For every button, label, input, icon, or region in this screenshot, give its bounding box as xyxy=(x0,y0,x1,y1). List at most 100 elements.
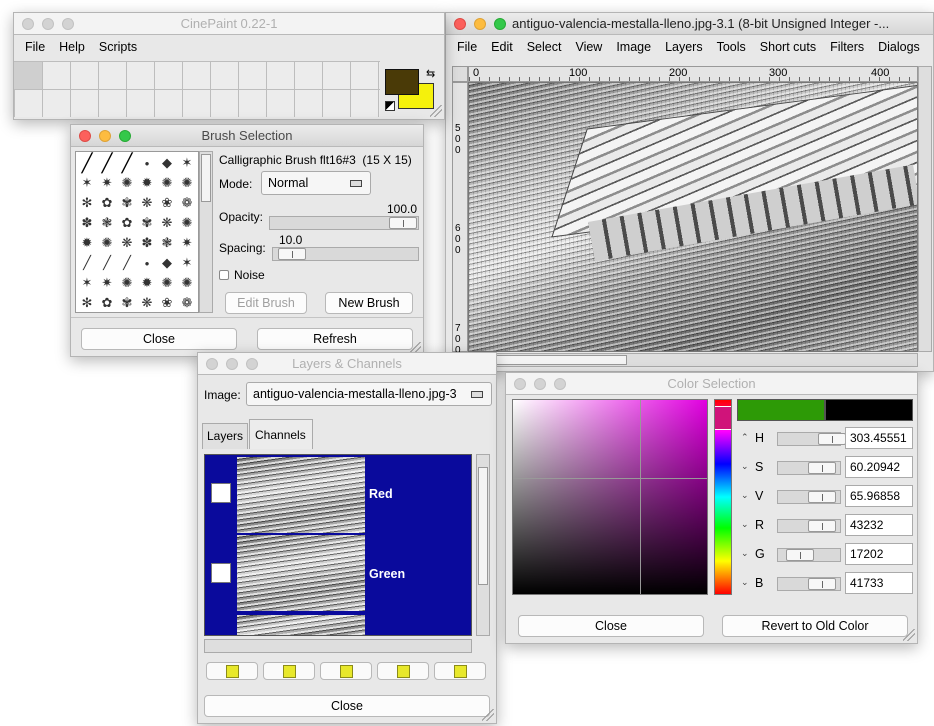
menu-view[interactable]: View xyxy=(568,40,609,54)
brush-preview-icon[interactable]: • xyxy=(138,254,156,272)
brush-preview-icon[interactable]: ✻ xyxy=(78,194,96,212)
layers-titlebar[interactable]: Layers & Channels xyxy=(198,353,496,375)
color-row-slider-knob[interactable] xyxy=(808,491,836,503)
minimize-window-button[interactable] xyxy=(534,378,546,390)
color-row-slider[interactable] xyxy=(777,577,841,591)
brush-preview-icon[interactable]: ❀ xyxy=(158,194,176,212)
channels-scrollbar[interactable] xyxy=(476,454,490,636)
resize-grip[interactable] xyxy=(903,629,915,641)
brush-grid-scrollbar[interactable] xyxy=(199,151,213,313)
raise-channel-button[interactable] xyxy=(263,662,315,680)
menu-file[interactable]: File xyxy=(450,40,484,54)
minimize-window-button[interactable] xyxy=(226,358,238,370)
brush-preview-icon[interactable]: ❃ xyxy=(158,234,176,252)
zoom-window-button[interactable] xyxy=(554,378,566,390)
channel-row-red[interactable]: Red xyxy=(205,455,471,533)
channels-horizontal-scrollbar[interactable] xyxy=(204,639,472,653)
chevron-down-icon[interactable]: ⌄ xyxy=(741,577,749,588)
brush-preview-icon[interactable]: ╱ xyxy=(118,254,136,272)
brush-preview-icon[interactable]: ❋ xyxy=(138,194,156,212)
brush-preview-icon[interactable]: ✶ xyxy=(78,174,96,192)
default-colors-icon[interactable] xyxy=(385,101,395,111)
brush-preview-icon[interactable]: ✶ xyxy=(78,274,96,292)
close-window-button[interactable] xyxy=(206,358,218,370)
brush-preview-icon[interactable]: ✶ xyxy=(178,254,196,272)
brush-preview-icon[interactable]: ❁ xyxy=(178,294,196,312)
brush-preview-icon[interactable]: ✿ xyxy=(98,294,116,312)
brush-preview-icon[interactable]: ✾ xyxy=(118,294,136,312)
revert-color-button[interactable]: Revert to Old Color xyxy=(722,615,908,637)
hue-strip[interactable] xyxy=(714,399,732,595)
minimize-window-button[interactable] xyxy=(42,18,54,30)
vertical-ruler[interactable]: 5 0 0 6 0 0 7 0 0 xyxy=(452,82,468,356)
brush-preview-icon[interactable]: ✺ xyxy=(118,274,136,292)
horizontal-ruler[interactable]: 0 100 200 300 400 xyxy=(468,66,918,82)
brush-preview-icon[interactable]: • xyxy=(138,154,156,172)
minimize-window-button[interactable] xyxy=(474,18,486,30)
delete-channel-button[interactable] xyxy=(434,662,486,680)
brush-preview-icon[interactable]: ✺ xyxy=(158,274,176,292)
menu-image[interactable]: Image xyxy=(609,40,658,54)
brush-preview-icon[interactable]: ✾ xyxy=(138,214,156,232)
image-window-titlebar[interactable]: antiguo-valencia-mestalla-lleno.jpg-3.1 … xyxy=(446,13,933,35)
brush-preview-icon[interactable]: ╱ xyxy=(98,254,116,272)
brush-preview-icon[interactable]: ✷ xyxy=(98,174,116,192)
tab-channels[interactable]: Channels xyxy=(249,419,313,449)
brush-preview-icon[interactable]: ✻ xyxy=(78,294,96,312)
menu-layers[interactable]: Layers xyxy=(658,40,710,54)
brush-preview-icon[interactable]: ❋ xyxy=(158,214,176,232)
brush-preview-icon[interactable]: ✺ xyxy=(158,174,176,192)
spacing-slider[interactable] xyxy=(272,247,419,261)
menu-tools[interactable]: Tools xyxy=(710,40,753,54)
menu-edit[interactable]: Edit xyxy=(484,40,520,54)
color-row-slider[interactable] xyxy=(777,490,841,504)
menu-select[interactable]: Select xyxy=(520,40,569,54)
color-titlebar[interactable]: Color Selection xyxy=(506,373,917,395)
channel-visibility-checkbox[interactable] xyxy=(211,483,231,503)
color-row-slider[interactable] xyxy=(777,432,846,446)
brush-preview-icon[interactable]: ✺ xyxy=(178,214,196,232)
color-row-slider[interactable] xyxy=(777,548,841,562)
menu-file[interactable]: File xyxy=(18,40,52,54)
zoom-window-button[interactable] xyxy=(494,18,506,30)
image-select[interactable]: antiguo-valencia-mestalla-lleno.jpg-3 xyxy=(246,382,492,406)
new-channel-button[interactable] xyxy=(206,662,258,680)
chevron-down-icon[interactable]: ⌄ xyxy=(741,461,749,472)
brush-preview-icon[interactable]: ✿ xyxy=(98,194,116,212)
channel-row-green[interactable]: Green xyxy=(205,535,471,613)
close-window-button[interactable] xyxy=(514,378,526,390)
color-row-slider-knob[interactable] xyxy=(808,520,836,532)
brush-preview-icon[interactable]: ╱ xyxy=(98,153,116,173)
brush-preview-icon[interactable]: ✷ xyxy=(98,274,116,292)
color-close-button[interactable]: Close xyxy=(518,615,704,637)
color-row-slider[interactable] xyxy=(777,519,841,533)
selected-tool[interactable] xyxy=(14,62,42,89)
color-row-value[interactable]: 17202 xyxy=(845,543,913,565)
menu-dialogs[interactable]: Dialogs xyxy=(871,40,927,54)
layers-close-button[interactable]: Close xyxy=(204,695,490,717)
minimize-window-button[interactable] xyxy=(99,130,111,142)
brush-preview-icon[interactable]: ✶ xyxy=(178,154,196,172)
brush-grid[interactable]: ╱ ╱ ╱ • ◆ ✶ ✶ ✷ ✺ ✹ ✺ ✺ ✻ ✿ ✾ ❋ ❀ ❁ ✽ ❃ ✿ ✾ ❋ ✺ ✹ ✺ ❋ ✽ ❃ ✷ ╱ ╱ ╱ • ◆ ✶ ✶ ✷ ✺ ✹… xyxy=(75,151,199,313)
chevron-down-icon[interactable]: ⌃ xyxy=(741,432,749,443)
brush-preview-icon[interactable]: ╱ xyxy=(78,254,96,272)
resize-grip[interactable] xyxy=(482,709,494,721)
color-row-slider[interactable] xyxy=(777,461,841,475)
close-window-button[interactable] xyxy=(79,130,91,142)
mode-select[interactable]: Normal xyxy=(261,171,371,195)
brush-preview-icon[interactable]: ✺ xyxy=(178,274,196,292)
brush-preview-icon[interactable]: ❀ xyxy=(158,294,176,312)
chevron-down-icon[interactable]: ⌄ xyxy=(741,490,749,501)
brush-preview-icon[interactable]: ✽ xyxy=(78,214,96,232)
brush-preview-icon[interactable]: ✺ xyxy=(178,174,196,192)
close-window-button[interactable] xyxy=(22,18,34,30)
brush-preview-icon[interactable]: ◆ xyxy=(158,154,176,172)
resize-grip[interactable] xyxy=(430,105,442,117)
brush-preview-icon[interactable]: ❋ xyxy=(118,234,136,252)
brush-preview-icon[interactable]: ✺ xyxy=(118,174,136,192)
ruler-corner[interactable] xyxy=(452,66,468,82)
scroll-thumb[interactable] xyxy=(478,467,488,585)
channel-visibility-checkbox[interactable] xyxy=(211,563,231,583)
color-row-slider-knob[interactable] xyxy=(808,578,836,590)
brush-preview-icon[interactable]: ✹ xyxy=(138,274,156,292)
